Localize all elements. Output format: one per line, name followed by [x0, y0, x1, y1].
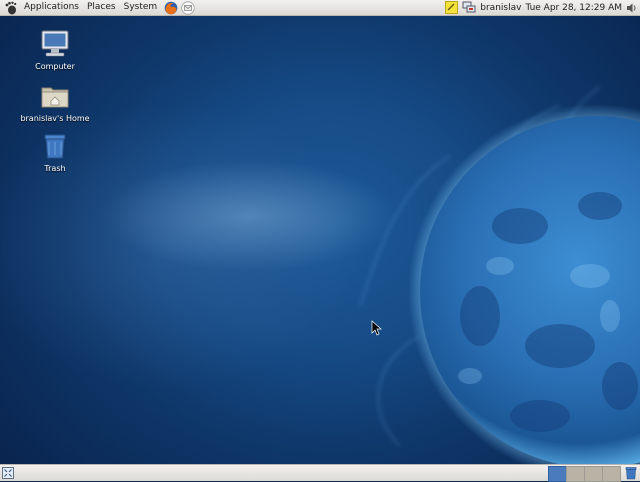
clock[interactable]: Tue Apr 28, 12:29 AM: [525, 3, 622, 13]
sticky-note-icon[interactable]: [445, 1, 459, 14]
main-menu: Applications Places System: [0, 0, 195, 15]
network-icon[interactable]: [462, 1, 476, 14]
show-desktop-icon[interactable]: [2, 467, 14, 479]
top-panel: Applications Places System branislav Tue…: [0, 0, 640, 16]
user-name[interactable]: branislav: [480, 3, 521, 13]
trash-applet-icon[interactable]: [624, 466, 638, 480]
menu-system[interactable]: System: [120, 0, 162, 15]
desktop-icon-computer[interactable]: Computer: [20, 28, 90, 71]
home-folder-icon: [41, 87, 69, 108]
desktop-icon-home[interactable]: branislav's Home: [20, 80, 90, 123]
notification-area: branislav Tue Apr 28, 12:29 AM: [441, 0, 640, 15]
desktop-icon-trash[interactable]: Trash: [20, 130, 90, 173]
desktop-icon-label: branislav's Home: [20, 114, 90, 123]
trash-icon: [44, 134, 66, 159]
mail-icon[interactable]: [181, 0, 195, 15]
desktop-icon-label: Computer: [35, 62, 75, 71]
gnome-foot-icon[interactable]: [4, 1, 18, 15]
menu-applications[interactable]: Applications: [20, 0, 83, 15]
wallpaper-art: [359, 85, 640, 464]
bottom-panel: [0, 464, 640, 482]
menu-places[interactable]: Places: [83, 0, 120, 15]
desktop[interactable]: Computer branislav's Home Trash: [0, 16, 640, 464]
workspace-switcher: [548, 466, 638, 482]
volume-icon[interactable]: [626, 2, 638, 14]
firefox-icon[interactable]: [164, 1, 178, 15]
computer-icon: [41, 30, 69, 57]
mouse-pointer: [371, 320, 382, 336]
desktop-icon-label: Trash: [44, 164, 66, 173]
